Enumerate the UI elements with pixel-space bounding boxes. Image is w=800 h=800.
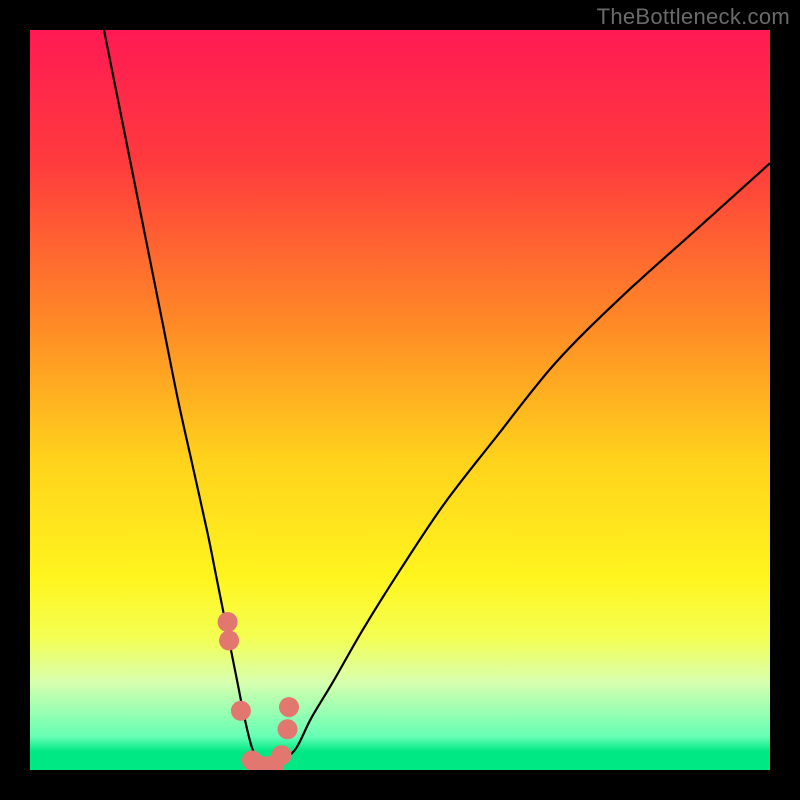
- watermark-text: TheBottleneck.com: [597, 4, 790, 30]
- highlight-point: [231, 701, 251, 721]
- plot-inner-area: [30, 30, 770, 770]
- bottleneck-curve: [104, 30, 770, 770]
- highlight-point: [272, 745, 292, 765]
- highlight-point: [219, 631, 239, 651]
- highlight-point: [279, 697, 299, 717]
- highlight-point: [218, 612, 238, 632]
- curve-layer: [30, 30, 770, 770]
- highlight-point: [278, 719, 298, 739]
- highlight-markers: [218, 612, 299, 770]
